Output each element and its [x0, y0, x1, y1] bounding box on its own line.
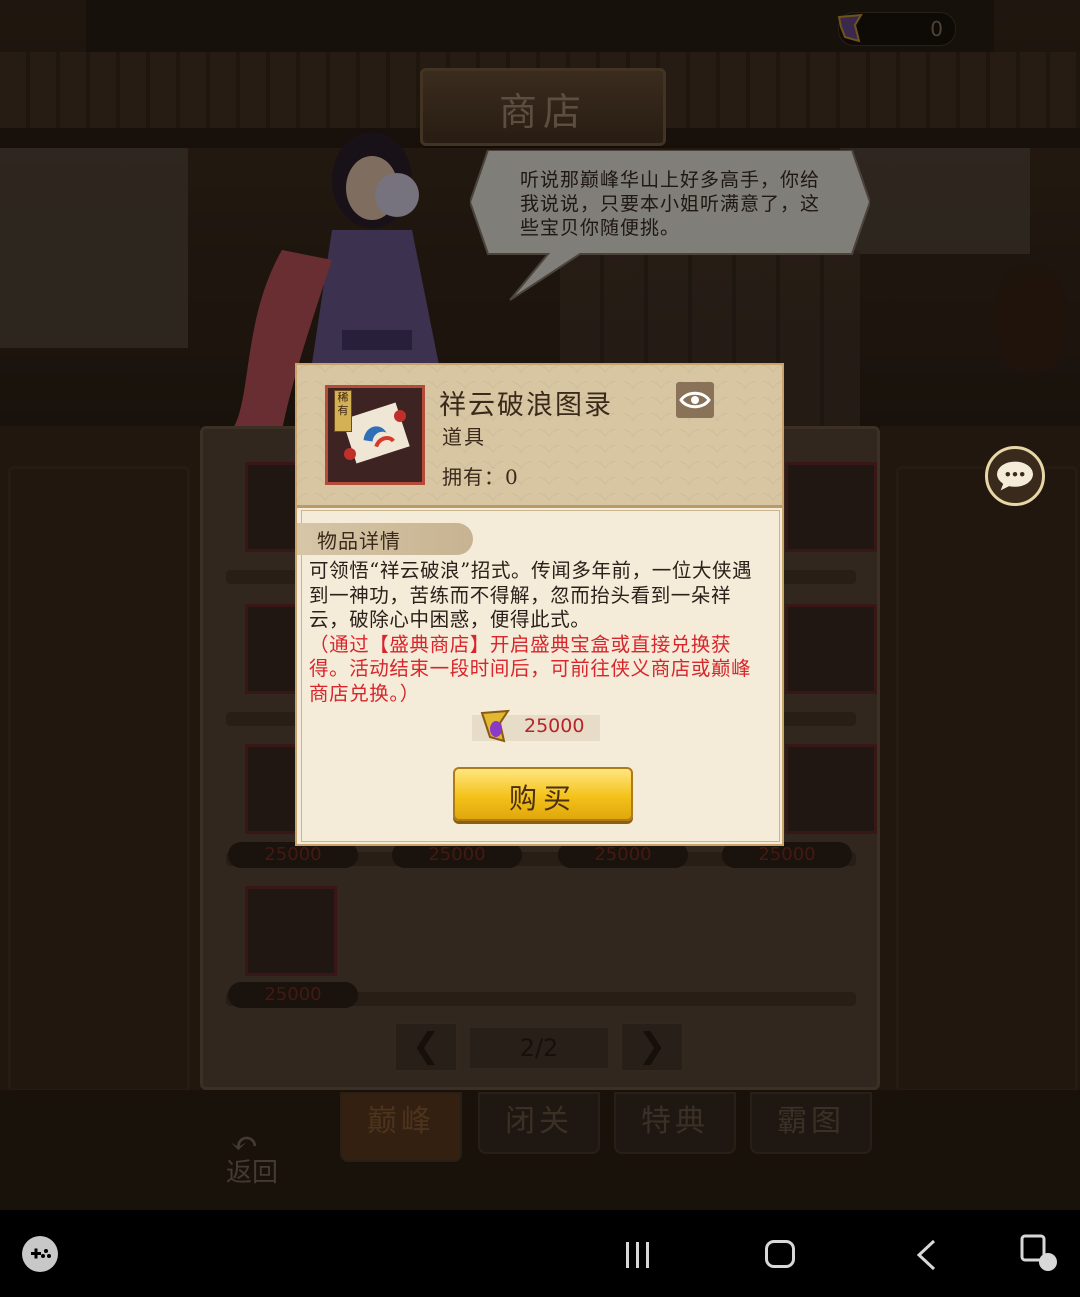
- home-icon[interactable]: [765, 1240, 795, 1268]
- eye-icon: [679, 391, 711, 409]
- item-type: 道具: [442, 425, 486, 449]
- back-icon[interactable]: [912, 1238, 940, 1272]
- cost-value: 25000: [524, 715, 585, 737]
- buy-label: 购买: [508, 782, 577, 815]
- item-description: 可领悟“祥云破浪”招式。传闻多年前，一位大侠遇到一神功，苦练而不得解，忽而抬头看…: [309, 559, 753, 631]
- rarity-badge: 稀有: [334, 390, 352, 432]
- preview-button[interactable]: [676, 382, 714, 418]
- item-detail-dialog: 稀有 祥云破浪图录 道具 拥有：0 物品详情 可领悟“祥云破浪”招式。传闻多年前…: [295, 363, 784, 846]
- buy-button[interactable]: 购买: [453, 767, 633, 821]
- item-cost: 25000: [472, 709, 600, 743]
- chat-button[interactable]: [985, 446, 1045, 506]
- currency-crystal-icon: [480, 709, 510, 743]
- game-launcher-icon[interactable]: [22, 1236, 58, 1272]
- item-icon: 稀有: [325, 385, 425, 485]
- item-source-note: （通过【盛典商店】开启盛典宝盒或直接兑换获得。活动结束一段时间后，可前往侠义商店…: [309, 632, 752, 705]
- screen-capture-icon[interactable]: [1020, 1234, 1060, 1274]
- chat-icon: [997, 461, 1033, 491]
- owned-count: 拥有：0: [442, 465, 519, 489]
- recents-icon[interactable]: [622, 1240, 654, 1270]
- section-tag: 物品详情: [297, 523, 473, 555]
- item-description-block: 可领悟“祥云破浪”招式。传闻多年前，一位大侠遇到一神功，苦练而不得解，忽而抬头看…: [309, 559, 771, 706]
- item-name: 祥云破浪图录: [439, 390, 613, 421]
- item-header: 稀有 祥云破浪图录 道具 拥有：0: [297, 365, 782, 508]
- section-title: 物品详情: [317, 529, 401, 553]
